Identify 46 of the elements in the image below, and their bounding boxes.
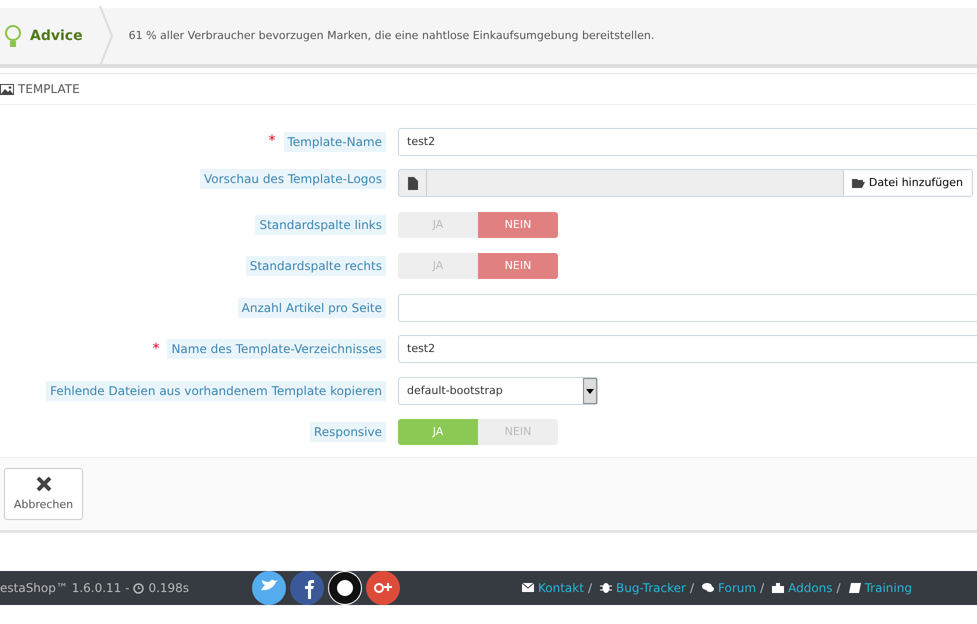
close-icon	[34, 474, 52, 493]
required-mark: *	[268, 132, 276, 152]
add-file-button[interactable]: Datei hinzufügen	[842, 170, 972, 196]
plus-icon	[366, 571, 400, 605]
file-upload-field[interactable]: Datei hinzufügen	[398, 169, 973, 198]
cancel-button[interactable]: Abbrechen	[4, 468, 83, 520]
field-label: Vorschau des Template-Logos	[200, 168, 386, 188]
puzzle-icon	[772, 582, 784, 594]
footer-link[interactable]: Kontakt	[538, 579, 584, 597]
load-time: 0.198s	[148, 580, 190, 597]
footer-link[interactable]: Training	[864, 579, 912, 597]
separator-text: /	[760, 580, 764, 597]
field-label: Responsive	[310, 422, 386, 442]
footer-link[interactable]: Addons	[788, 579, 833, 597]
field-label: Template-Name	[284, 132, 386, 152]
file-icon	[408, 176, 418, 190]
field-label: Standardspalte rechts	[246, 256, 386, 276]
version-text: estaShop™ 1.6.0.11 -	[0, 580, 130, 597]
text-field[interactable]: test2	[398, 335, 977, 364]
required-mark: *	[152, 340, 160, 359]
separator-text: /	[588, 580, 592, 597]
footer-link[interactable]: Forum	[718, 579, 756, 597]
field-label: Name des Template-Verzeichnisses	[167, 339, 386, 360]
bug-icon	[600, 582, 612, 594]
clock-icon	[133, 582, 144, 594]
advice-message: 61 % aller Verbraucher bevorzugen Marken, die eine nahtlose Einkaufsumgebung bereitstellen.	[128, 28, 654, 44]
separator-text: /	[836, 580, 841, 597]
bird-icon	[252, 571, 286, 605]
lightbulb-icon	[4, 23, 22, 49]
advice-title: Advice	[30, 26, 83, 46]
field-label: Standardspalte links	[255, 214, 386, 235]
text-field[interactable]	[398, 294, 977, 322]
separator-text: /	[690, 580, 694, 597]
select-field[interactable]: default-bootstrap	[398, 376, 598, 405]
folder-icon	[852, 178, 865, 188]
book-icon	[848, 582, 861, 594]
text-field[interactable]: test2	[398, 128, 977, 156]
letter-f-icon	[290, 571, 324, 605]
field-label: Anzahl Artikel pro Seite	[238, 298, 386, 318]
speech-bubbles-icon	[702, 582, 714, 594]
field-label: Fehlende Dateien aus vorhandenem Template kopieren	[46, 380, 386, 401]
panel-title: TEMPLATE	[18, 81, 80, 98]
footer-link[interactable]: Bug-Tracker	[616, 579, 686, 597]
envelope-icon	[522, 582, 534, 594]
image-icon	[0, 84, 14, 94]
dropdown-caret-icon	[583, 378, 597, 404]
